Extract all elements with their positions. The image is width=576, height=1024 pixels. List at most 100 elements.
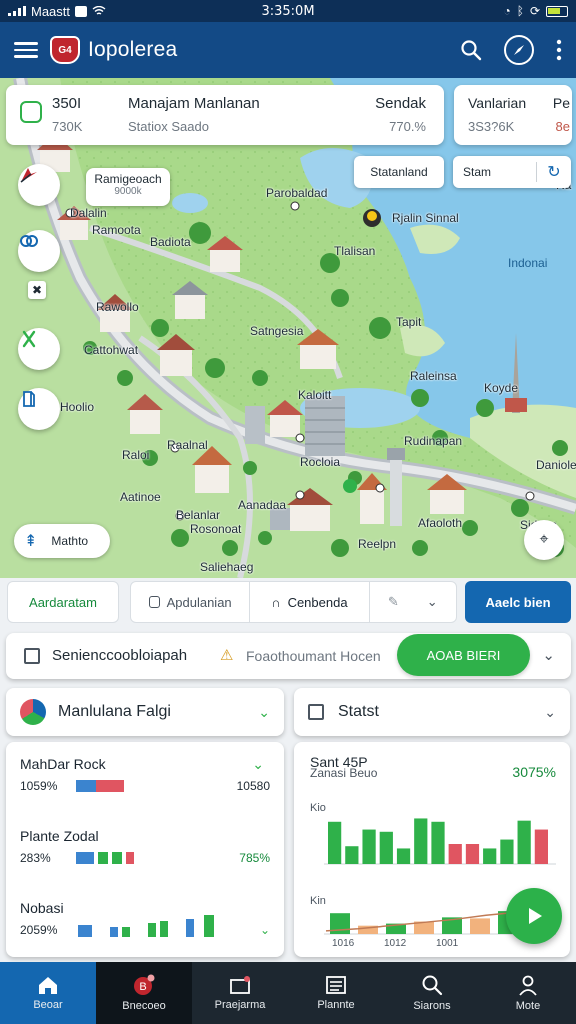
map-label: Kaloitt (298, 388, 332, 402)
stam-chip[interactable]: Stam ↻ (453, 156, 571, 188)
map-label: Raalnal (167, 438, 208, 452)
stats-dropdown[interactable]: Statst ⌄ (294, 688, 570, 736)
layers-fab[interactable] (18, 230, 60, 272)
category-dropdown[interactable]: Manlulana Falgi ⌄ (6, 688, 284, 736)
chevron-down-icon[interactable]: ⌄ (252, 756, 264, 773)
nav-item-projects[interactable]: Praejarma (192, 962, 288, 1024)
map-label: Rjalin Sinnal (392, 211, 459, 225)
mini-bar (186, 919, 194, 937)
menu-icon[interactable] (14, 42, 38, 58)
nav-label: Siarons (413, 1000, 451, 1012)
route-fab[interactable] (18, 328, 60, 370)
more-vert-icon[interactable] (556, 39, 562, 61)
nav-item-notifications[interactable]: B Bnecoeo (96, 962, 192, 1024)
side-stat-card[interactable]: Vanlarian 3S3?6K Pe 8e (454, 85, 572, 145)
metrics-list-card: MahDar Rock ⌄ 1059% 10580 Plante Zodal 2… (6, 742, 284, 957)
map-label: Raleinsa (410, 369, 457, 383)
play-fab[interactable] (506, 888, 562, 944)
location-pin-icon (20, 168, 37, 183)
segment-label: Apdulanian (166, 594, 232, 610)
navigate-icon: ⇞ (24, 533, 38, 550)
map-label: Cattohwat (84, 343, 139, 357)
chevron-down-icon[interactable]: ⌄ (260, 923, 270, 937)
mini-bar (122, 927, 130, 937)
segment-label: Cenbenda (287, 594, 348, 610)
map-tag-chip[interactable]: ⇞ Mathto (14, 524, 110, 558)
crosshair-icon: ⌖ (539, 531, 549, 548)
list-item[interactable]: MahDar Rock ⌄ 1059% 10580 (20, 756, 270, 806)
location-fab[interactable] (18, 164, 60, 206)
compass-icon[interactable] (504, 35, 534, 65)
chart-bar (328, 821, 342, 864)
play-icon (529, 908, 542, 924)
summary-col2-title: Manajam Manlanan (128, 95, 260, 112)
summary-col2-sub: Statiox Saado (128, 119, 209, 134)
mini-bar-chart (78, 915, 214, 937)
primary-outline-button[interactable]: Aardaratam (7, 581, 119, 623)
list-item-left-value: 283% (20, 851, 51, 865)
battery-icon (546, 5, 568, 17)
chart-bar (465, 844, 480, 864)
list-item-row: 283% 785% (20, 850, 270, 866)
segment-cenbenda[interactable]: ∩ Cenbenda (250, 582, 370, 622)
map-label: Rawollo (96, 300, 139, 314)
bottom-nav: Beoar B Bnecoeo Praejarma Plannte Siaron… (0, 962, 576, 1024)
nav-label: Praejarma (214, 999, 266, 1011)
map-label: Aatinoe (120, 490, 161, 504)
map-label: Tlalisan (334, 244, 376, 258)
segment-dropdown[interactable]: ✎ ⌄ (370, 582, 456, 622)
search-icon[interactable] (460, 39, 482, 61)
station-chip[interactable]: Statanland (354, 156, 444, 188)
map-tag-label: Mathto (51, 534, 89, 548)
app-logo: G4 (50, 36, 80, 64)
segment-apdulanian[interactable]: Apdulanian (131, 582, 251, 622)
nav-item-home[interactable]: Beoar (0, 962, 96, 1024)
recenter-fab[interactable]: ⌖ (524, 520, 564, 560)
chart-bar (379, 831, 393, 864)
chart-bar (448, 844, 462, 864)
map-tooltip[interactable]: Ramigeoach 9000k (86, 168, 170, 206)
refresh-icon[interactable]: ↻ (537, 162, 571, 182)
nav-item-more[interactable]: Mote (480, 962, 576, 1024)
segmented-control: Apdulanian ∩ Cenbenda ✎ ⌄ (130, 581, 457, 623)
list-item[interactable]: Nobasi 2059% ⌄ (20, 900, 270, 950)
map-label: Afaoloth (418, 516, 463, 530)
pin-icon: ✎ (387, 594, 399, 609)
mini-bar (204, 915, 214, 937)
map-view[interactable]: Parobaldad Rjalin Sinnal Dalalin Badiota… (0, 78, 576, 578)
chart-bar (500, 839, 514, 864)
map-label: Satngesia (250, 324, 304, 338)
chevron-down-icon: ⌄ (426, 594, 438, 609)
map-label: Koyde (484, 381, 519, 395)
chevron-down-icon[interactable]: ⌄ (542, 646, 555, 664)
mini-bar (110, 927, 118, 937)
add-button[interactable]: Aaelc bien (465, 581, 571, 623)
summary-col3-title: Sendak (375, 95, 426, 112)
map-label: Rosonoat (190, 522, 242, 536)
person-icon (519, 975, 537, 996)
summary-col3-value: 770.% (389, 119, 426, 134)
add-green-pill-button[interactable]: AOAB BIERI (397, 634, 530, 676)
chevron-down-icon: ⌄ (258, 703, 270, 720)
list-item-right-value: 10580 (236, 779, 270, 793)
map-label: Tapit (396, 315, 422, 329)
map-label: Parobaldad (266, 186, 328, 200)
map-label: Dalalin (70, 206, 107, 220)
chart-bar (431, 821, 445, 864)
list-item-bar (126, 852, 134, 864)
summary-card[interactable]: 350I 730K Manajam Manlanan Statiox Saado… (6, 85, 444, 145)
nav-item-plans[interactable]: Plannte (288, 962, 384, 1024)
search-icon (422, 975, 443, 996)
list-item-row: 2059% ⌄ (20, 915, 270, 938)
summary-col1-value: 730K (52, 119, 83, 134)
document-fab[interactable] (18, 388, 60, 430)
nav-item-search[interactable]: Siarons (384, 962, 480, 1024)
nav-label: Bnecoeo (122, 1000, 166, 1012)
trash-icon[interactable]: ✖ (28, 281, 46, 299)
list-item-bar (98, 852, 108, 864)
map-label: Rocloia (300, 455, 341, 469)
list-item[interactable]: Plante Zodal 283% 785% (20, 828, 270, 878)
station-chip-label: Statanland (370, 165, 428, 179)
category-icon (20, 699, 46, 725)
map-tooltip-title: Ramigeoach (94, 172, 162, 186)
